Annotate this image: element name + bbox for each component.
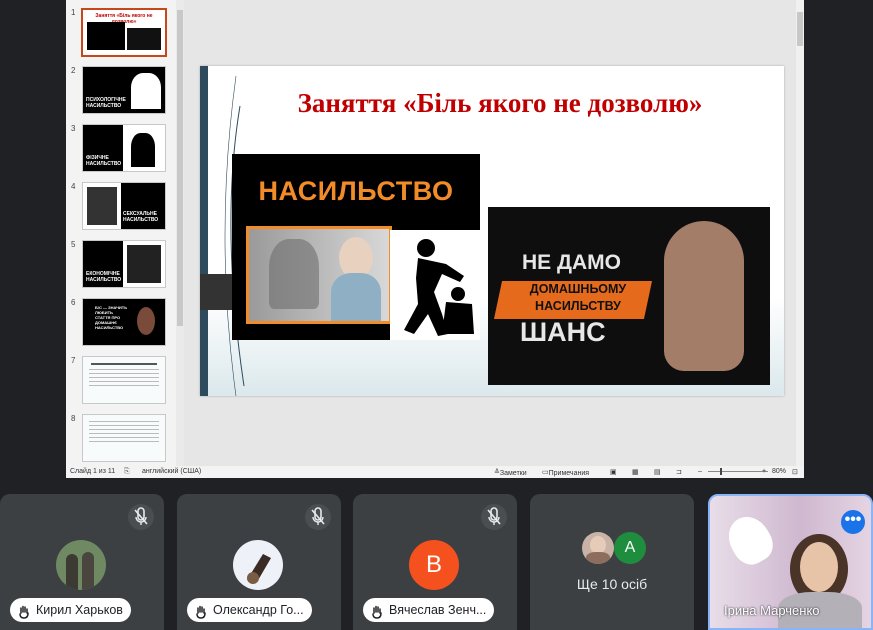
- raise-hand-icon: [18, 603, 30, 619]
- slide-accent-block: [200, 274, 232, 310]
- slide-thumbnail-5[interactable]: ЕКОНОМІЧНЕ НАСИЛЬСТВО: [82, 240, 166, 288]
- slide-thumbnail-3[interactable]: ФІЗИЧНЕ НАСИЛЬСТВО: [82, 124, 166, 172]
- participant-name: Кирил Харьков: [10, 598, 131, 622]
- person-face: [800, 542, 838, 592]
- notes-label: Заметки: [499, 470, 527, 477]
- thumbnail-number: 1: [71, 8, 76, 17]
- campaign-line-2-3: ДОМАШНЬОМУ НАСИЛЬСТВУ: [528, 281, 628, 315]
- language-label[interactable]: английский (США): [142, 468, 201, 475]
- avatar-letter: А: [624, 539, 636, 556]
- zoom-level: 80%: [772, 468, 787, 475]
- slide-thumbnail-4[interactable]: СЕКСУАЛЬНЕ НАСИЛЬСТВО: [82, 182, 166, 230]
- avatar-initial: В: [409, 540, 459, 590]
- thumbnail-row[interactable]: 6 Б/С — ЗНАЧИТЬ ЛЮБИТЬ СТАТТЯ ПРО ДОМАШН…: [66, 298, 178, 348]
- zoom-slider-thumb[interactable]: [720, 468, 722, 475]
- avatar: [233, 540, 283, 590]
- slideshow-icon[interactable]: ⊐: [676, 468, 682, 476]
- thumbnail-title: СЕКСУАЛЬНЕ НАСИЛЬСТВО: [123, 211, 159, 223]
- participant-name: Олександр Го...: [187, 598, 312, 622]
- thumbnail-number: 5: [71, 240, 76, 249]
- more-participants-label: Ще 10 осіб: [576, 576, 648, 592]
- status-bar: Слайд 1 из 11 ⎘ английский (США) ≙ Замет…: [66, 466, 804, 478]
- girl-photo: [246, 226, 392, 324]
- thumbnail-number: 8: [71, 414, 76, 423]
- slide-thumbnail-1[interactable]: Заняття «Біль якого не дозволю»: [81, 8, 167, 57]
- slide-editor: Заняття «Біль якого не дозволю» НАСИЛЬСТ…: [184, 0, 796, 466]
- current-slide: Заняття «Біль якого не дозволю» НАСИЛЬСТ…: [200, 66, 784, 396]
- thumbnail-title: ПСИХОЛОГІЧНЕ НАСИЛЬСТВО: [86, 97, 126, 109]
- notes-button[interactable]: ≙ Заметки: [494, 468, 527, 477]
- mic-off-icon: [128, 504, 154, 530]
- thumbnail-number: 7: [71, 356, 76, 365]
- slide-counter: Слайд 1 из 11: [70, 468, 116, 475]
- slide-thumbnail-8[interactable]: [82, 414, 166, 462]
- avatar: [56, 540, 106, 590]
- thumbnail-row[interactable]: 4 СЕКСУАЛЬНЕ НАСИЛЬСТВО: [66, 182, 178, 232]
- comments-label: Примечания: [548, 470, 590, 477]
- violence-image: НАСИЛЬСТВО: [232, 154, 480, 340]
- mic-off-icon: [305, 504, 331, 530]
- avatar: [582, 532, 614, 564]
- participant-name-text: Олександр Го...: [213, 603, 304, 617]
- thumbnail-row[interactable]: 2 ПСИХОЛОГІЧНЕ НАСИЛЬСТВО: [66, 66, 178, 116]
- editor-scrollbar[interactable]: [796, 0, 804, 466]
- reading-view-icon[interactable]: ▤: [654, 468, 661, 476]
- slide-sorter-icon[interactable]: ▦: [632, 468, 639, 476]
- zoom-out-icon[interactable]: –: [698, 468, 702, 475]
- avatar-initial: А: [614, 532, 646, 564]
- mic-off-icon: [481, 504, 507, 530]
- thumbnail-number: 6: [71, 298, 76, 307]
- slide-title: Заняття «Біль якого не дозволю»: [297, 88, 703, 118]
- participant-name-text: Кирил Харьков: [36, 603, 123, 617]
- thumbnail-row[interactable]: 7: [66, 356, 178, 406]
- thumbnail-row[interactable]: 3 ФІЗИЧНЕ НАСИЛЬСТВО: [66, 124, 178, 174]
- more-options-icon[interactable]: •••: [841, 510, 865, 534]
- fit-slide-icon[interactable]: ⊡: [792, 468, 798, 476]
- hand-photo: [664, 221, 744, 371]
- slide-thumbnail-2[interactable]: ПСИХОЛОГІЧНЕ НАСИЛЬСТВО: [82, 66, 166, 114]
- participant-tile[interactable]: Кирил Харьков: [0, 494, 164, 630]
- thumbnail-number: 2: [71, 66, 76, 75]
- campaign-image: НЕ ДАМО ДОМАШНЬОМУ НАСИЛЬСТВУ ШАНС: [488, 207, 770, 385]
- slide-thumbnail-7[interactable]: [82, 356, 166, 404]
- participant-tile[interactable]: В Вячеслав Зенч...: [353, 494, 517, 630]
- participant-name-text: Вячеслав Зенч...: [389, 603, 487, 617]
- violence-heading: НАСИЛЬСТВО: [258, 176, 454, 206]
- comments-button[interactable]: ▭ Примечания: [542, 468, 589, 477]
- campaign-line-1: НЕ ДАМО: [522, 251, 621, 274]
- thumbnail-number: 3: [71, 124, 76, 133]
- thumbnail-row[interactable]: 5 ЕКОНОМІЧНЕ НАСИЛЬСТВО: [66, 240, 178, 290]
- participant-name: Вячеслав Зенч...: [363, 598, 495, 622]
- more-participants-tile[interactable]: А Ще 10 осіб: [530, 494, 694, 630]
- thumbnail-row[interactable]: 8: [66, 414, 178, 464]
- silhouette-figures: [390, 230, 480, 340]
- thumbnail-title: Б/С — ЗНАЧИТЬ ЛЮБИТЬ СТАТТЯ ПРО ДОМАШНЄ …: [95, 305, 128, 330]
- spellcheck-icon[interactable]: ⎘: [124, 468, 130, 476]
- zoom-in-icon[interactable]: +: [762, 468, 766, 475]
- avatar-letter: В: [425, 551, 442, 578]
- campaign-line-4: ШАНС: [520, 317, 606, 347]
- campaign-line-2: ДОМАШНЬОМУ: [529, 282, 627, 296]
- self-video-tile[interactable]: ••• Ірина Марченко: [708, 494, 873, 630]
- thumbnail-number: 4: [71, 182, 76, 191]
- self-name: Ірина Марченко: [724, 603, 820, 618]
- shared-screen: 1 Заняття «Біль якого не дозволю» 2 ПСИХ…: [66, 0, 804, 478]
- normal-view-icon[interactable]: ▣: [610, 468, 617, 476]
- slide-thumbnail-panel: 1 Заняття «Біль якого не дозволю» 2 ПСИХ…: [66, 0, 184, 466]
- thumbnail-title: ФІЗИЧНЕ НАСИЛЬСТВО: [86, 155, 122, 167]
- raise-hand-icon: [195, 603, 207, 619]
- zoom-slider[interactable]: [708, 471, 768, 472]
- thumbnail-title: ЕКОНОМІЧНЕ НАСИЛЬСТВО: [86, 271, 122, 283]
- raise-hand-icon: [371, 603, 383, 619]
- thumbnail-row[interactable]: 1 Заняття «Біль якого не дозволю»: [66, 8, 178, 58]
- thumbnail-scrollbar[interactable]: [176, 0, 184, 466]
- campaign-line-3: НАСИЛЬСТВУ: [535, 299, 621, 313]
- participant-tile[interactable]: Олександр Го...: [177, 494, 341, 630]
- slide-thumbnail-6[interactable]: Б/С — ЗНАЧИТЬ ЛЮБИТЬ СТАТТЯ ПРО ДОМАШНЄ …: [82, 298, 166, 346]
